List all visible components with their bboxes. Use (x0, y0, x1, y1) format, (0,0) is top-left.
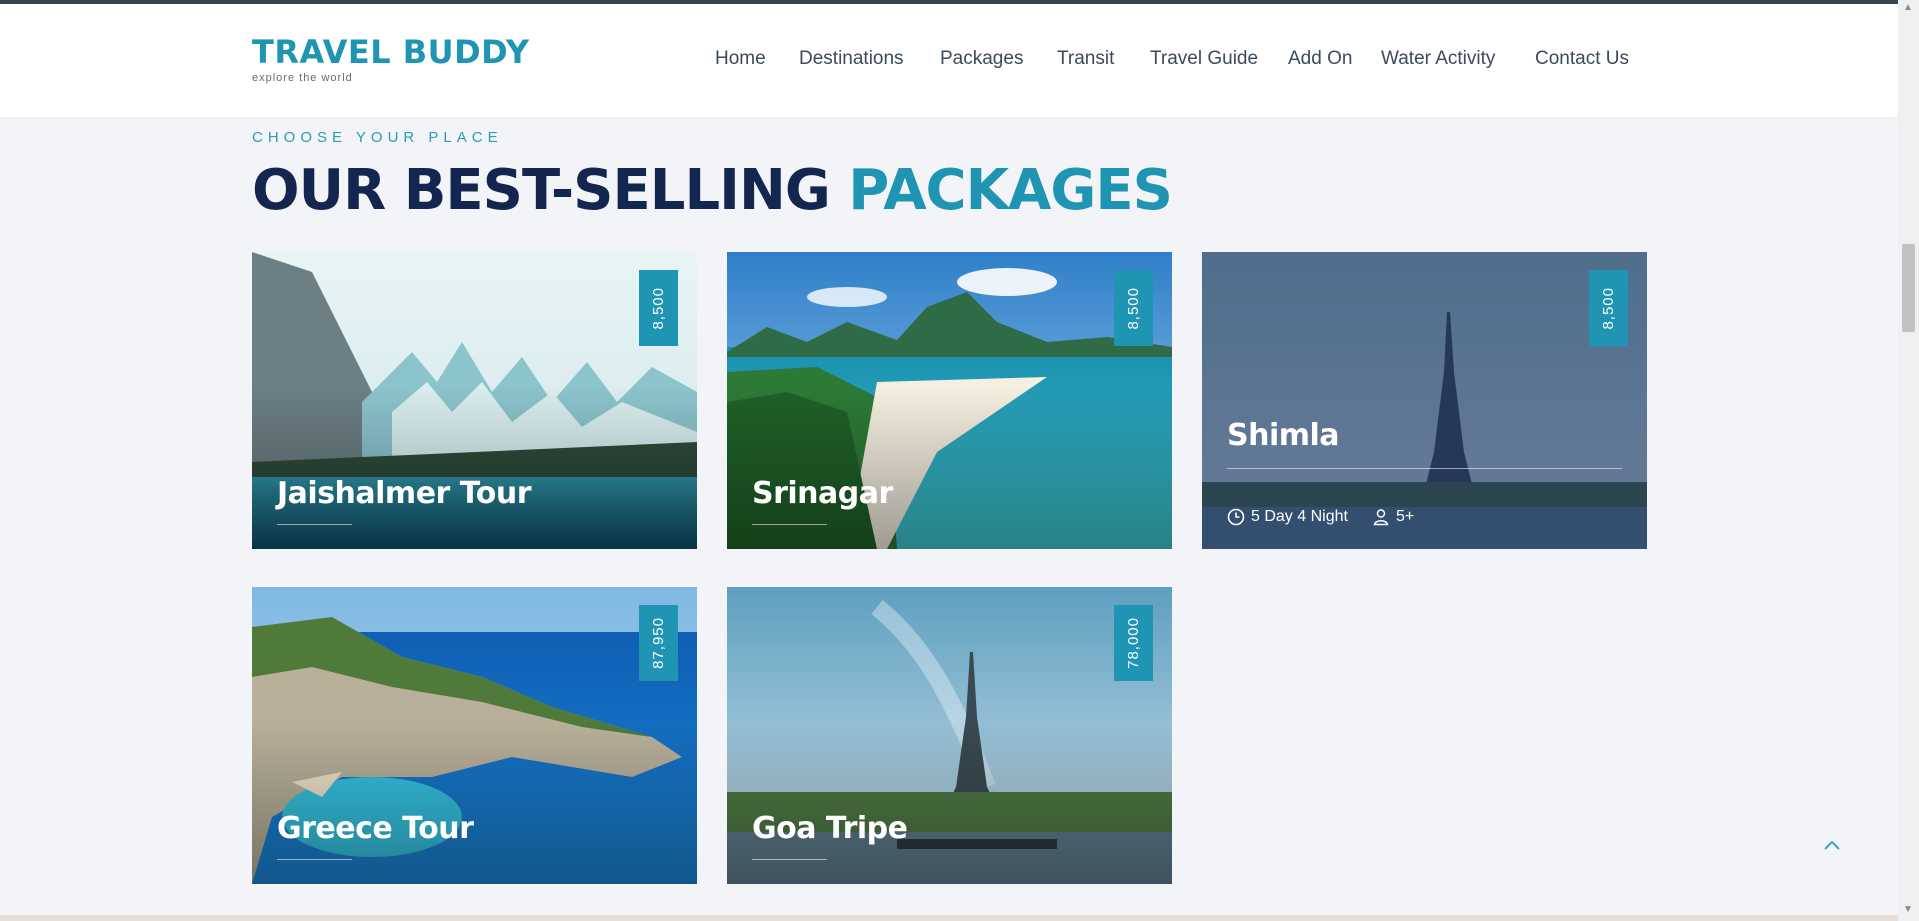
nav-water-activity[interactable]: Water Activity (1381, 48, 1495, 70)
section-eyebrow: CHOOSE YOUR PLACE (252, 129, 503, 146)
package-title: Jaishalmer Tour (277, 476, 532, 511)
scroll-up-icon[interactable]: ▲ (1903, 2, 1913, 13)
title-underline (752, 859, 827, 860)
package-title: Srinagar (752, 476, 893, 511)
logo[interactable]: TRAVEL BUDDY explore the world (252, 34, 530, 84)
logo-tagline: explore the world (252, 72, 353, 84)
nav-travel-guide[interactable]: Travel Guide (1150, 48, 1258, 70)
nav-packages[interactable]: Packages (940, 48, 1023, 70)
user-icon (1373, 509, 1389, 526)
package-title: Shimla (1227, 418, 1340, 453)
nav-home[interactable]: Home (715, 48, 766, 70)
nav-add-on[interactable]: Add On (1288, 48, 1352, 70)
price-badge: 8,500 (1589, 270, 1628, 346)
package-card[interactable]: 87,950 Greece Tour (252, 587, 697, 884)
package-people: 5+ (1395, 508, 1415, 525)
package-card[interactable]: 8,500 Jaishalmer Tour (252, 252, 697, 549)
title-underline (752, 524, 827, 525)
page-bottom-strip (0, 915, 1898, 921)
hover-overlay (1202, 252, 1647, 549)
package-meta: 5 Day 4 Night 5+ (1227, 508, 1414, 526)
section-heading: OUR BEST-SELLING PACKAGES (252, 158, 1173, 223)
price-badge: 78,000 (1114, 605, 1153, 681)
title-underline (277, 524, 352, 525)
clock-icon (1227, 508, 1245, 526)
site-header: TRAVEL BUDDY explore the world Home Dest… (0, 4, 1898, 117)
scroll-thumb[interactable] (1902, 244, 1915, 332)
heading-accent: PACKAGES (848, 158, 1173, 223)
price-value: 78,000 (1125, 617, 1142, 669)
price-value: 87,950 (650, 617, 667, 669)
package-card[interactable]: 8,500 Srinagar (727, 252, 1172, 549)
price-badge: 8,500 (1114, 270, 1153, 346)
heading-main: OUR BEST-SELLING (252, 158, 831, 223)
package-duration: 5 Day 4 Night (1251, 508, 1348, 525)
logo-title: TRAVEL BUDDY (252, 33, 530, 71)
price-badge: 87,950 (639, 605, 678, 681)
package-title: Goa Tripe (752, 811, 908, 846)
nav-destinations[interactable]: Destinations (799, 48, 904, 70)
nav-contact-us[interactable]: Contact Us (1535, 48, 1629, 70)
package-card[interactable]: 78,000 Goa Tripe (727, 587, 1172, 884)
nav-transit[interactable]: Transit (1057, 48, 1114, 70)
package-card-hovered[interactable]: 8,500 Shimla 5 Day 4 Night 5+ (1202, 252, 1647, 549)
package-title: Greece Tour (277, 811, 474, 846)
price-badge: 8,500 (639, 270, 678, 346)
title-underline (277, 859, 352, 860)
price-value: 8,500 (1125, 286, 1142, 330)
title-underline (1227, 468, 1622, 469)
chevron-up-icon[interactable] (1820, 834, 1844, 858)
scrollbar[interactable]: ▲ ▼ (1898, 0, 1919, 921)
scroll-down-icon[interactable]: ▼ (1903, 904, 1913, 915)
price-value: 8,500 (1600, 286, 1617, 330)
price-value: 8,500 (650, 286, 667, 330)
